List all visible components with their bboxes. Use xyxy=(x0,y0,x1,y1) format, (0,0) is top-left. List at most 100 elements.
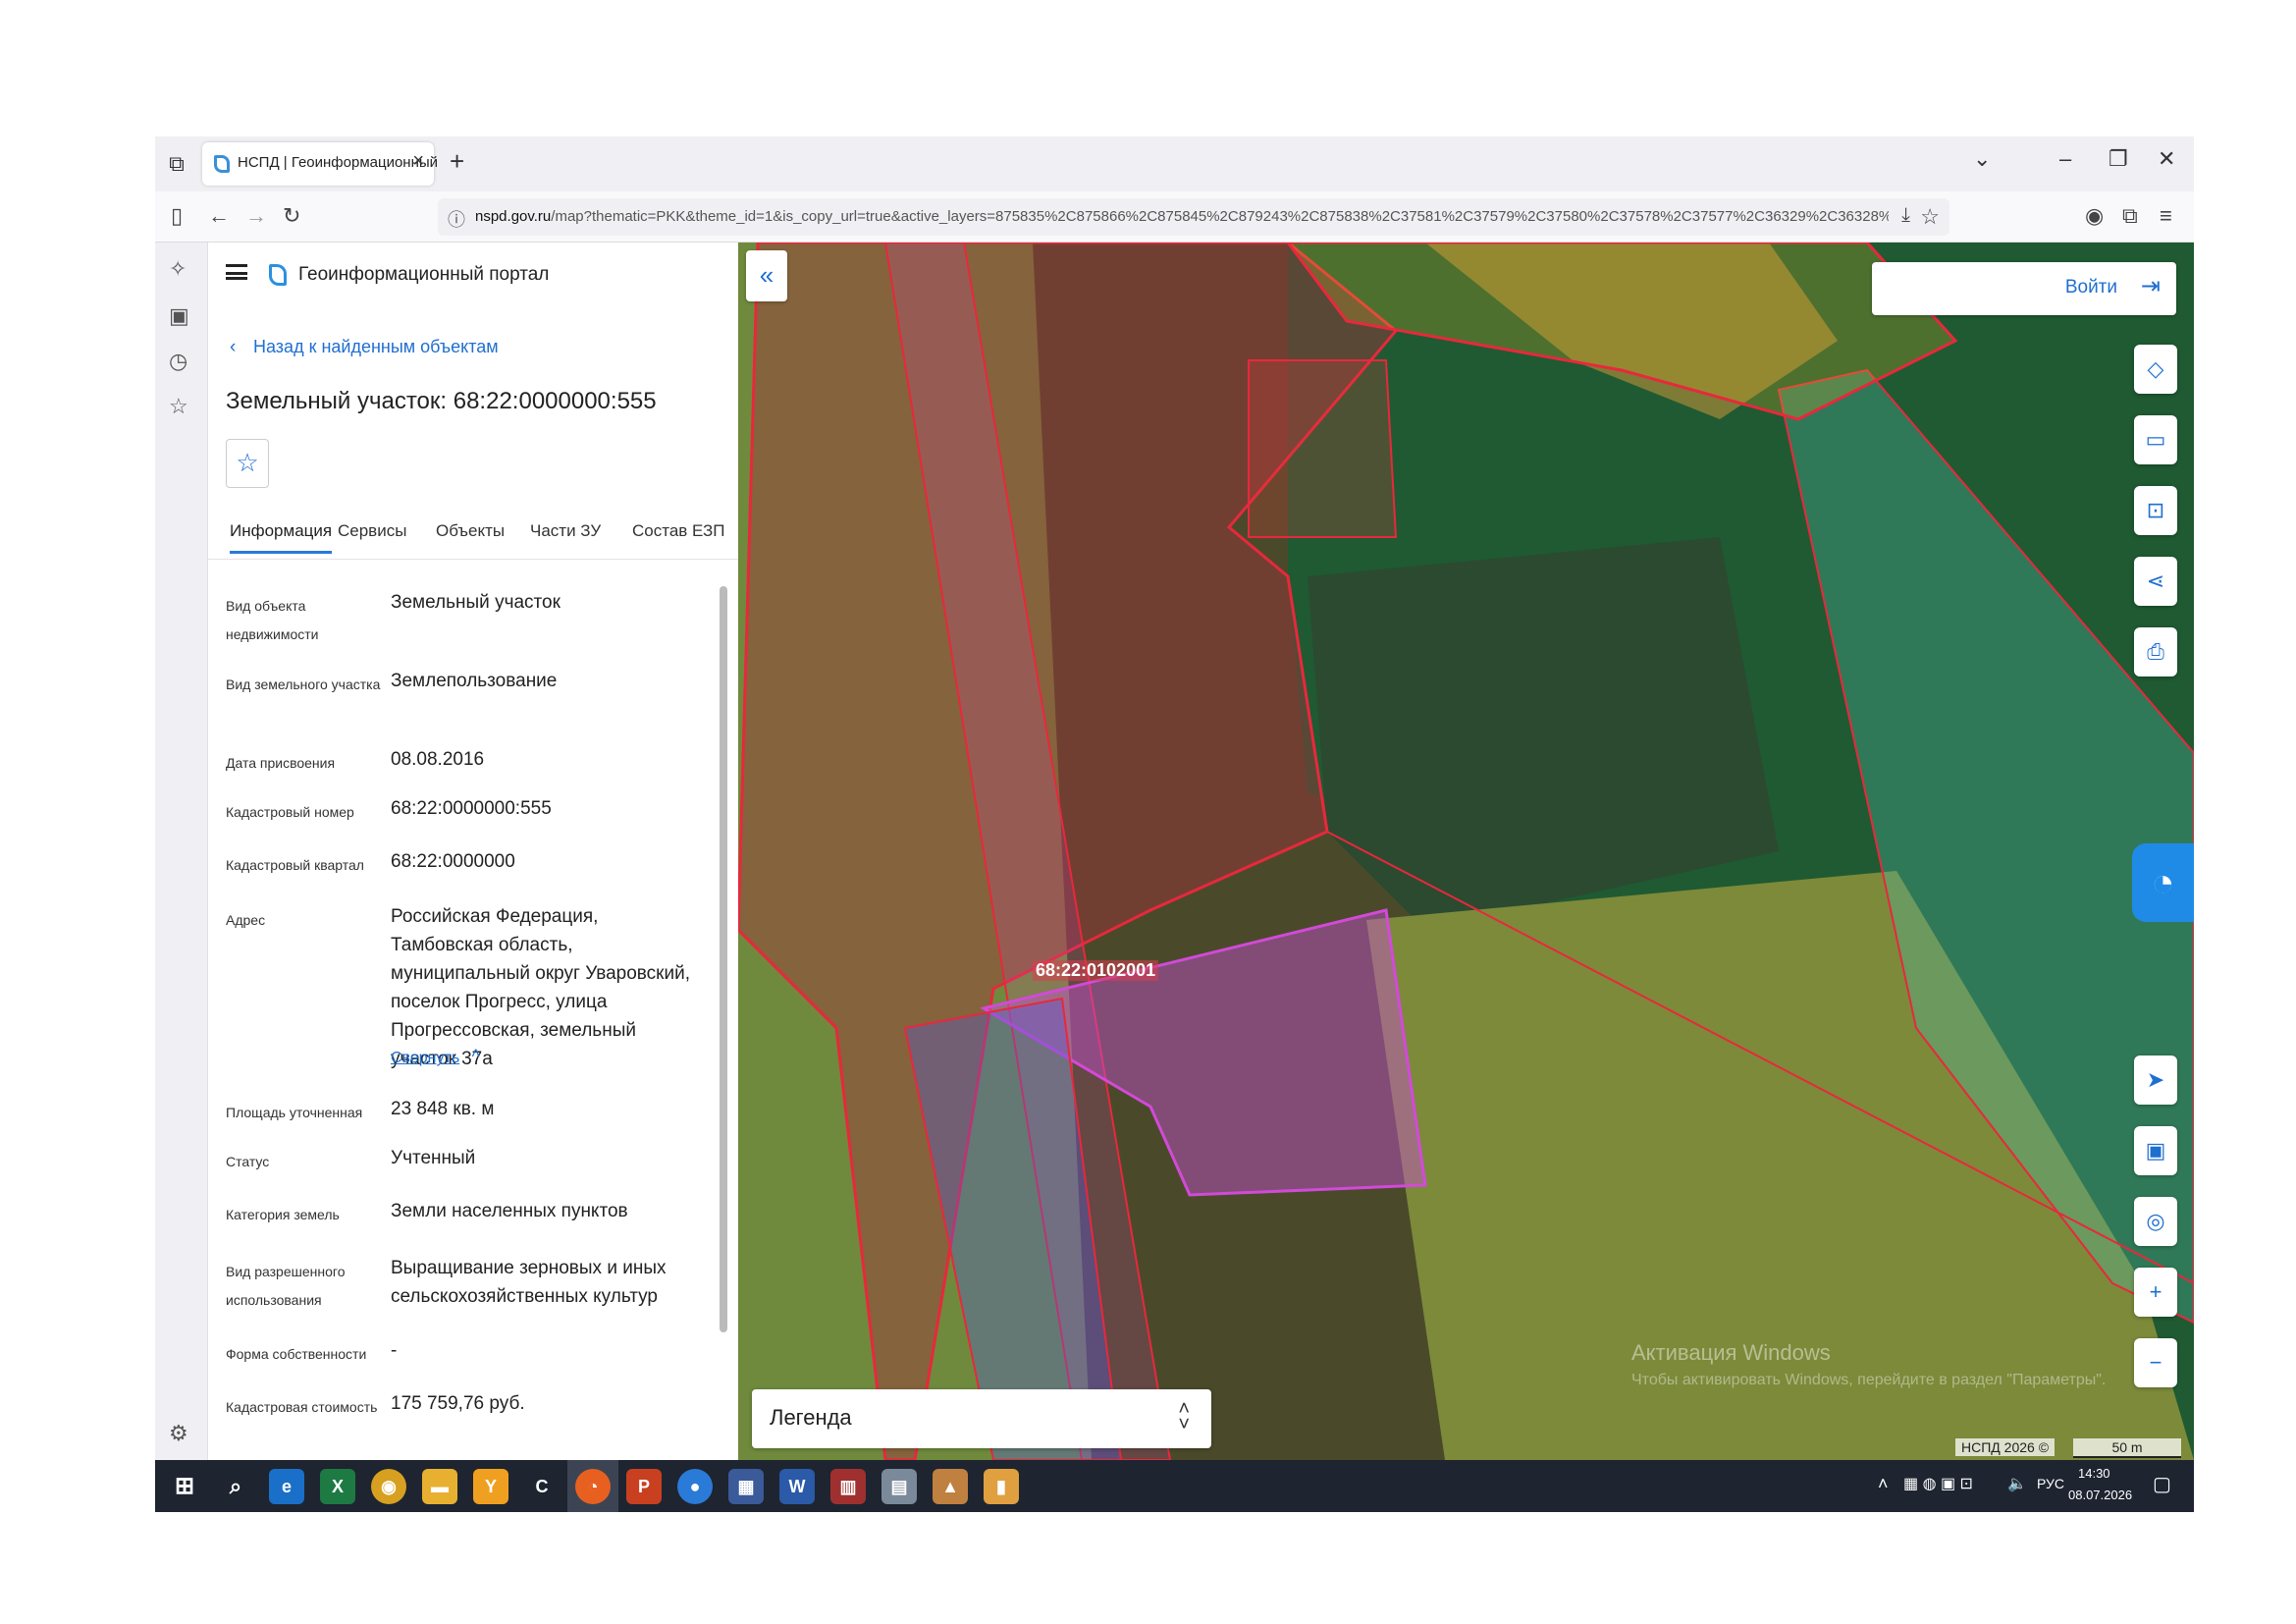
screen: ⧉ НСПД | Геоинформационный × + ⌄ – ❐ ✕ ▯… xyxy=(155,136,2194,1512)
zoom-out-button[interactable]: − xyxy=(2134,1338,2177,1387)
window-close-icon[interactable]: ✕ xyxy=(2158,146,2175,172)
portal-title: Геоинформационный портал xyxy=(298,264,550,285)
bookmark-star-icon[interactable]: ☆ xyxy=(1920,204,1940,230)
address-bar[interactable]: ⓘ nspd.gov.ru/map?thematic=PKK&theme_id=… xyxy=(438,198,1949,236)
ruler-icon[interactable]: ▭ xyxy=(2134,415,2177,464)
forward-arrow-icon[interactable]: → xyxy=(245,203,267,229)
back-to-results-link[interactable]: Назад к найденным объектам xyxy=(253,337,499,357)
browser-tab-active[interactable]: НСПД | Геоинформационный × xyxy=(202,142,438,186)
windows-activation-title: Активация Windows xyxy=(1631,1340,1831,1365)
notifications-icon[interactable]: ▢ xyxy=(2153,1472,2171,1496)
print-icon[interactable]: ⎙ xyxy=(2134,627,2177,677)
tray-chevron-icon[interactable]: ˄ xyxy=(1878,1474,1889,1494)
bookmarks-icon[interactable]: ☆ xyxy=(169,394,188,419)
tab-objects[interactable]: Объекты xyxy=(436,521,505,541)
yandex-browser-icon[interactable]: Y xyxy=(473,1469,508,1504)
tab-parts[interactable]: Части ЗУ xyxy=(530,521,601,541)
row-label-parcel-type: Вид земельного участка xyxy=(226,677,381,692)
map-scale: 50 m xyxy=(2073,1438,2181,1458)
app-blue-icon[interactable]: ● xyxy=(677,1469,713,1504)
tab-title: НСПД | Геоинформационный xyxy=(238,154,439,171)
chrome-icon[interactable]: ◉ xyxy=(371,1469,406,1504)
geolocation-icon[interactable]: ◎ xyxy=(2134,1197,2177,1246)
legend-toggle-icon: ˄ ˅ xyxy=(1178,1398,1190,1435)
map-canvas[interactable] xyxy=(738,243,2194,1460)
site-info-icon[interactable]: ⓘ xyxy=(448,206,465,232)
settings-gear-icon[interactable]: ⚙ xyxy=(169,1421,188,1446)
windows-start-icon[interactable]: ⊞ xyxy=(167,1469,202,1504)
row-label-address: Адрес xyxy=(226,912,266,928)
login-button[interactable]: Войти ⇥ xyxy=(1872,262,2176,315)
url-text[interactable]: nspd.gov.ru/map?thematic=PKK&theme_id=1&… xyxy=(475,208,1889,225)
app-orange-icon[interactable]: ▮ xyxy=(984,1469,1019,1504)
navigate-arrow-icon[interactable]: ➤ xyxy=(2134,1056,2177,1105)
minimize-icon[interactable]: – xyxy=(2059,146,2071,172)
favicon-icon xyxy=(214,155,230,173)
hamburger-menu-icon[interactable] xyxy=(226,264,247,280)
tray-apps-icon[interactable]: ▦ ◍ ▣ ⊡ xyxy=(1903,1474,1973,1493)
app-brown-icon[interactable]: ▲ xyxy=(933,1469,968,1504)
legend-label: Легенда xyxy=(770,1405,852,1430)
layers-icon[interactable]: ◇ xyxy=(2134,345,2177,394)
history-icon[interactable]: ◷ xyxy=(169,349,187,374)
tab-list-chevron-icon[interactable]: ⌄ xyxy=(1973,146,1991,172)
tab-composition[interactable]: Состав ЕЗП xyxy=(632,521,725,541)
map-view[interactable]: « 68:22:0102001 Войти ⇥ ◇ ▭ ⊡ ⋖ ⎙ ◔ ➤ ▣ … xyxy=(738,243,2194,1460)
extensions-icon[interactable]: ⧉ xyxy=(2122,203,2138,229)
windows-activation-text: Чтобы активировать Windows, перейдите в … xyxy=(1631,1372,2107,1388)
share-icon[interactable]: ⋖ xyxy=(2134,557,2177,606)
firefox-icon[interactable]: ◔ xyxy=(575,1469,611,1504)
feedback-chat-icon[interactable]: ◔ xyxy=(2132,843,2194,922)
row-label-cadastral-number: Кадастровый номер xyxy=(226,804,354,820)
menu-icon[interactable]: ≡ xyxy=(2160,203,2172,229)
powerpoint-icon[interactable]: P xyxy=(626,1469,662,1504)
tab-manager-icon[interactable]: ⧉ xyxy=(163,150,190,178)
file-explorer-icon[interactable]: ▬ xyxy=(422,1469,457,1504)
row-label-cadastral-block: Кадастровый квартал xyxy=(226,857,364,873)
volume-icon[interactable]: 🔈 xyxy=(2007,1474,2027,1493)
row-value-permitted-use: Выращивание зерновых и иных сельскохозяй… xyxy=(391,1258,667,1307)
chevron-up-icon[interactable]: ˄ xyxy=(471,1046,480,1063)
word-icon[interactable]: W xyxy=(779,1469,815,1504)
archive-icon[interactable]: ▥ xyxy=(830,1469,866,1504)
zoom-in-button[interactable]: + xyxy=(2134,1268,2177,1317)
row-label-object-type: Вид объекта недвижимости xyxy=(226,598,319,642)
account-icon[interactable]: ◉ xyxy=(2085,203,2104,229)
tab-services[interactable]: Сервисы xyxy=(338,521,406,541)
collapse-panel-button[interactable]: « xyxy=(746,250,787,301)
parcel-ne[interactable] xyxy=(1248,359,1398,538)
legend-dropdown[interactable]: Легенда ˄ ˅ xyxy=(752,1389,1211,1448)
favorite-star-button[interactable]: ☆ xyxy=(226,439,269,488)
ai-chat-icon[interactable]: ✧ xyxy=(169,256,187,282)
clock-date[interactable]: 08.07.2026 xyxy=(2068,1488,2132,1502)
row-value-area: 23 848 кв. м xyxy=(391,1099,495,1119)
app-gray-icon[interactable]: ▤ xyxy=(881,1469,917,1504)
sidebar-toggle-icon[interactable]: ▯ xyxy=(171,203,183,229)
back-chevron-icon[interactable]: ‹ xyxy=(230,337,236,358)
search-icon[interactable]: ⌕ xyxy=(218,1469,253,1504)
row-label-status: Статус xyxy=(226,1154,270,1169)
back-arrow-icon[interactable]: ← xyxy=(208,203,230,229)
language-indicator[interactable]: РУС xyxy=(2037,1476,2064,1491)
collapse-address-link[interactable]: Свернуть xyxy=(391,1050,459,1067)
reload-icon[interactable]: ↻ xyxy=(283,203,300,229)
app-c-icon[interactable]: C xyxy=(524,1469,560,1504)
calculator-icon[interactable]: ▦ xyxy=(728,1469,764,1504)
row-value-cadastral-block: 68:22:0000000 xyxy=(391,851,515,872)
panel-scrollbar[interactable] xyxy=(717,567,730,1460)
excel-icon[interactable]: X xyxy=(320,1469,355,1504)
login-label: Войти xyxy=(2064,277,2117,298)
scrollbar-thumb[interactable] xyxy=(720,586,727,1332)
new-tab-icon[interactable]: + xyxy=(450,146,464,177)
restore-icon[interactable]: ❐ xyxy=(2109,146,2128,172)
area-search-icon[interactable]: ⊡ xyxy=(2134,486,2177,535)
clock-time[interactable]: 14:30 xyxy=(2078,1466,2110,1481)
minimap-icon[interactable]: ▣ xyxy=(2134,1126,2177,1175)
browser-nav-bar: ▯ ← → ↻ ⓘ nspd.gov.ru/map?thematic=PKK&t… xyxy=(155,191,2194,243)
tab-close-icon[interactable]: × xyxy=(412,150,424,173)
synced-tabs-icon[interactable]: ▣ xyxy=(169,303,189,329)
tab-information[interactable]: Информация xyxy=(230,521,333,554)
save-page-icon[interactable]: ⤓ xyxy=(1901,204,1910,227)
row-value-cadastral-value: 175 759,76 руб. xyxy=(391,1393,525,1414)
edge-icon[interactable]: e xyxy=(269,1469,304,1504)
